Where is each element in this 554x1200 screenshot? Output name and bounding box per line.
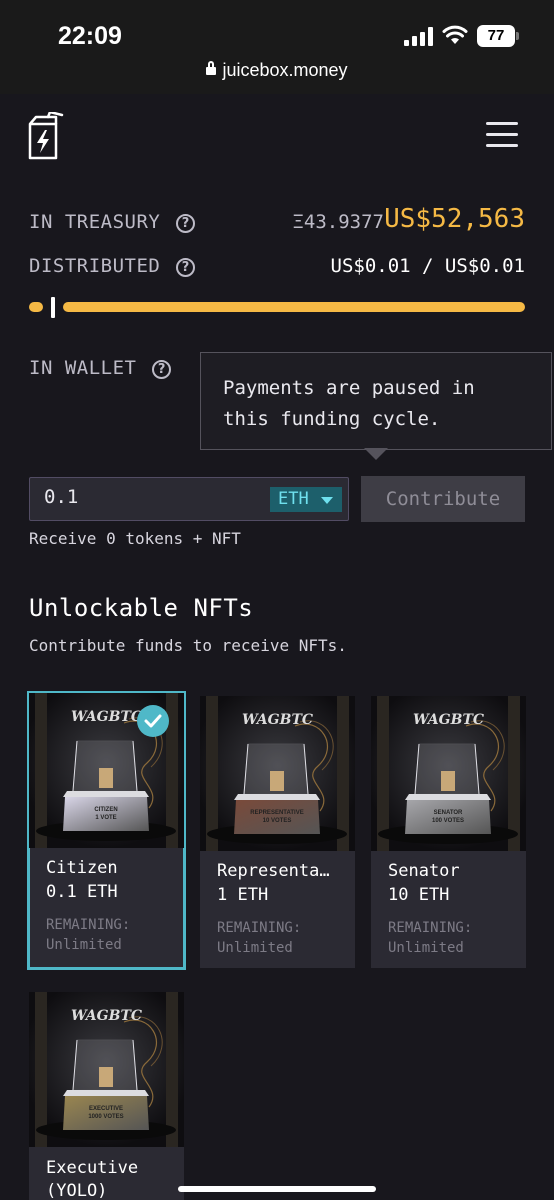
nft-name-line2: (YOLO) [46,1181,108,1200]
treasury-usd-amount: US$52,563 [384,204,525,234]
nft-remaining-label: REMAINING: [388,920,473,936]
info-icon[interactable]: ? [152,360,172,379]
currency-label: ETH [278,489,309,509]
nft-plaque-title: CITIZEN [94,807,118,813]
nft-card[interactable]: WAGBTC SENATOR 100 VOTES Senator 10 ETH … [371,696,526,968]
nft-name: Executive [46,1158,139,1178]
nft-brand: WAGBTC [412,712,485,728]
clock: 22:09 [58,22,122,50]
pay-amount-field[interactable]: ETH [29,477,349,521]
battery-tip [516,32,519,40]
pay-amount-input[interactable] [44,486,264,508]
nft-card[interactable]: WAGBTC EXECUTIVE 1000 VOTES Executive (Y… [29,992,184,1200]
nft-plaque: EXECUTIVE 1000 VOTES [63,1105,149,1121]
nft-plaque-votes: 1 VOTE [95,815,117,821]
selected-check-icon [137,705,169,737]
chevron-down-icon [321,497,333,504]
progress-bar-start [29,302,43,312]
nft-plaque-title: REPRESENTATIVE [250,810,304,816]
nft-plaque-title: SENATOR [433,810,463,816]
treasury-label-row: IN TREASURY ? [29,211,196,233]
nft-remaining-label: REMAINING: [217,920,302,936]
nft-name: Senator [388,861,460,881]
info-icon[interactable]: ? [176,258,196,277]
info-icon[interactable]: ? [176,214,196,233]
nft-remaining-label: REMAINING: [46,917,131,933]
tooltip-arrow [364,448,388,460]
wallet-label: IN WALLET [29,357,137,379]
distributed-value: US$0.01 / US$0.01 [330,255,525,277]
nft-price: 0.1 ETH [46,882,118,902]
nft-plaque: SENATOR 100 VOTES [405,809,491,825]
nft-plaque-votes: 10 VOTES [262,818,292,824]
nft-image: WAGBTC CITIZEN 1 VOTE [29,693,184,848]
receive-summary: Receive 0 tokens + NFT [29,529,241,548]
distributed-label: DISTRIBUTED [29,255,161,277]
juicebox-logo-icon[interactable] [26,112,66,162]
nft-brand: WAGBTC [241,712,314,728]
battery-icon: 77 [477,25,515,47]
wallet-label-row: IN WALLET ? [29,357,172,379]
nft-image: WAGBTC REPRESENTATIVE 10 VOTES [200,696,355,851]
distribution-progress-bar [63,302,525,312]
nft-card[interactable]: WAGBTC CITIZEN 1 VOTE Citizen 0.1 ETH RE… [27,691,186,970]
contribute-button[interactable]: Contribute [361,476,525,522]
nft-plaque-title: EXECUTIVE [88,1106,123,1112]
nft-remaining-value: Unlimited [217,940,293,956]
nft-price: 10 ETH [388,885,450,905]
currency-select[interactable]: ETH [270,487,342,512]
wifi-icon [442,25,468,44]
nfts-section-title: Unlockable NFTs [29,594,254,622]
nft-remaining-value: Unlimited [388,940,464,956]
distributed-label-row: DISTRIBUTED ? [29,255,196,277]
nfts-section-subtitle: Contribute funds to receive NFTs. [29,636,347,655]
home-indicator [178,1186,376,1192]
cellular-signal-icon [404,27,434,46]
url-text: juicebox.money [222,60,348,80]
lock-icon [206,61,217,75]
nft-plaque-votes: 100 VOTES [431,818,464,824]
nft-image: WAGBTC SENATOR 100 VOTES [371,696,526,851]
payments-paused-tooltip: Payments are paused in this funding cycl… [200,352,552,450]
nft-name: Citizen [46,858,118,878]
nft-brand: WAGBTC [70,1008,143,1024]
treasury-label: IN TREASURY [29,211,161,233]
nft-image: WAGBTC EXECUTIVE 1000 VOTES [29,992,184,1147]
nft-plaque: REPRESENTATIVE 10 VOTES [234,809,320,825]
nft-name: Representa… [217,861,330,881]
nft-plaque-votes: 1000 VOTES [88,1114,124,1120]
status-bar: 22:09 77 juicebox.money [0,0,554,94]
nft-price: 1 ETH [217,885,269,905]
url-bar[interactable]: juicebox.money [0,60,554,81]
progress-bar-marker [51,297,55,318]
nft-remaining-value: Unlimited [46,937,122,953]
treasury-eth-amount: Ξ43.9377 [292,211,384,233]
nft-plaque: CITIZEN 1 VOTE [63,806,149,822]
hamburger-menu-icon[interactable] [486,122,518,148]
nft-card[interactable]: WAGBTC REPRESENTATIVE 10 VOTES Represent… [200,696,355,968]
